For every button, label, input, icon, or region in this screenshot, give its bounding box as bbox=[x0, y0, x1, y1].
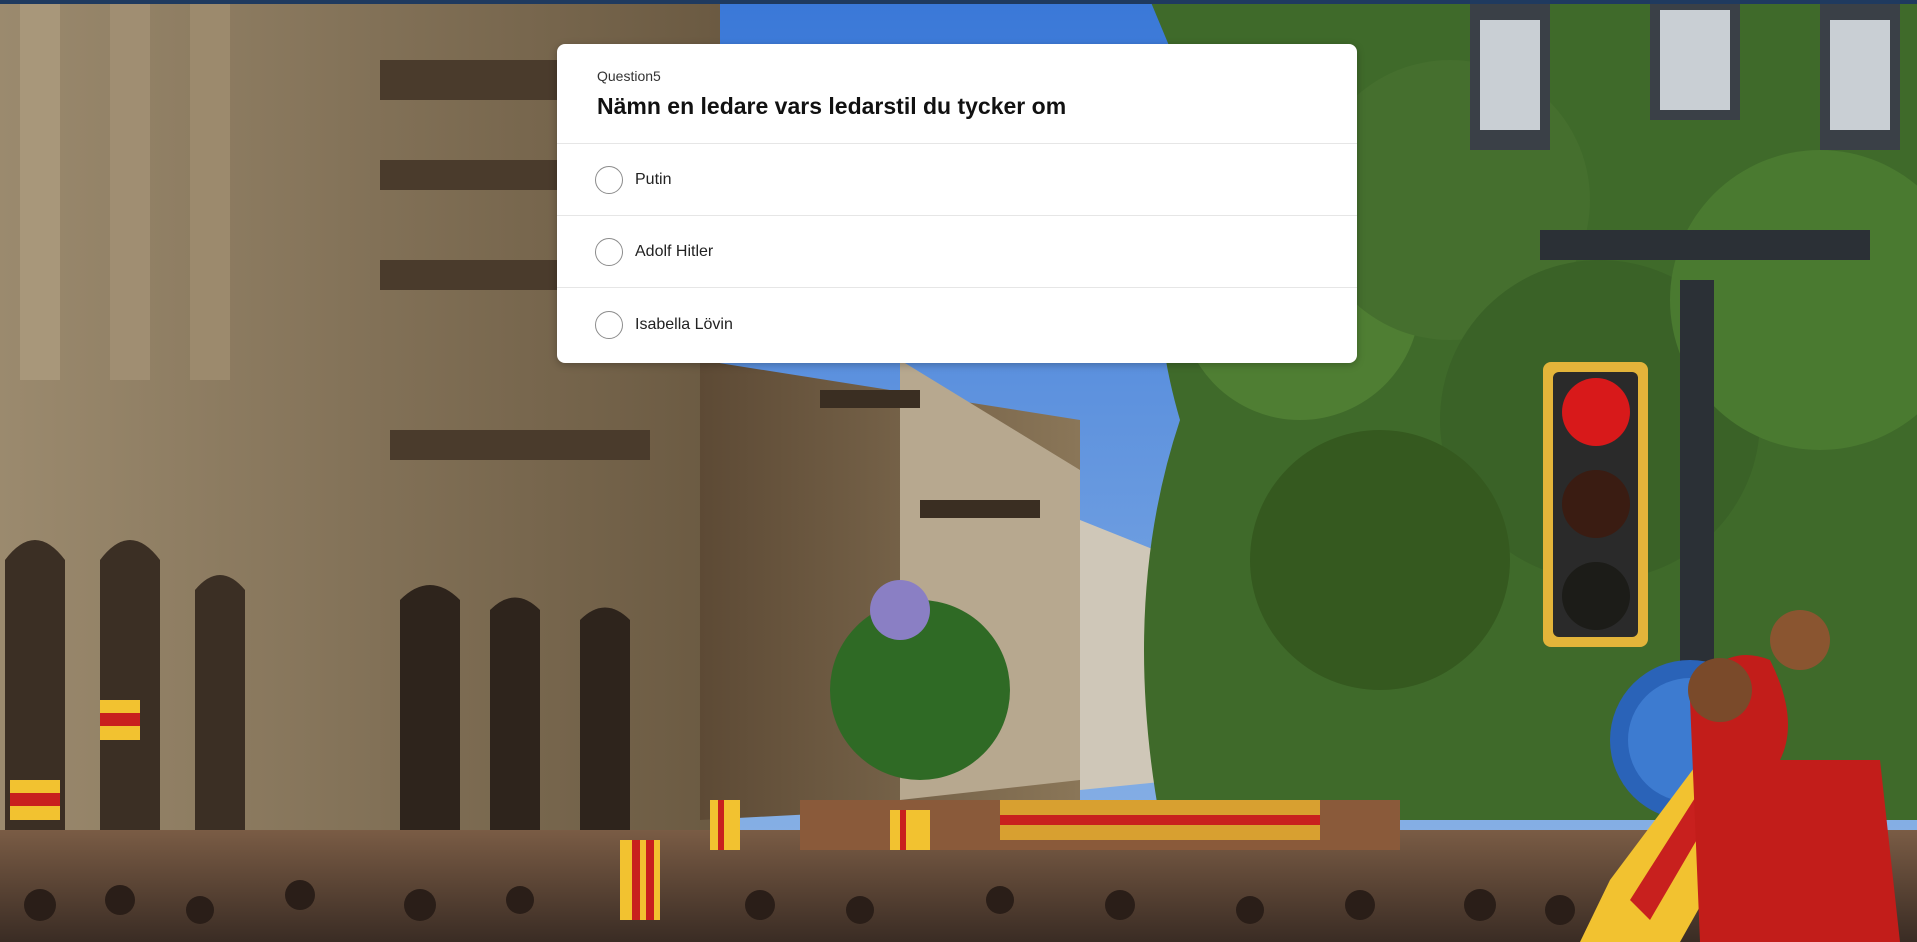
page: Question5 Nämn en ledare vars ledarstil … bbox=[0, 0, 1917, 942]
question-number: Question5 bbox=[597, 68, 661, 84]
answer-option-putin[interactable]: Putin bbox=[557, 144, 1357, 216]
question-header: Question5 Nämn en ledare vars ledarstil … bbox=[557, 44, 1357, 144]
question-title: Nämn en ledare vars ledarstil du tycker … bbox=[597, 93, 1067, 119]
answer-option-label: Putin bbox=[635, 170, 672, 188]
answer-option-adolf-hitler[interactable]: Adolf Hitler bbox=[557, 216, 1357, 288]
radio-button[interactable] bbox=[595, 237, 623, 266]
radio-button[interactable] bbox=[595, 165, 623, 194]
answer-option-isabella-lovin[interactable]: Isabella Lövin bbox=[557, 288, 1357, 361]
radio-button[interactable] bbox=[595, 310, 623, 339]
question-card: Question5 Nämn en ledare vars ledarstil … bbox=[557, 44, 1357, 363]
top-bar bbox=[0, 0, 1917, 4]
answer-option-label: Adolf Hitler bbox=[635, 242, 714, 260]
answer-option-label: Isabella Lövin bbox=[635, 315, 733, 333]
